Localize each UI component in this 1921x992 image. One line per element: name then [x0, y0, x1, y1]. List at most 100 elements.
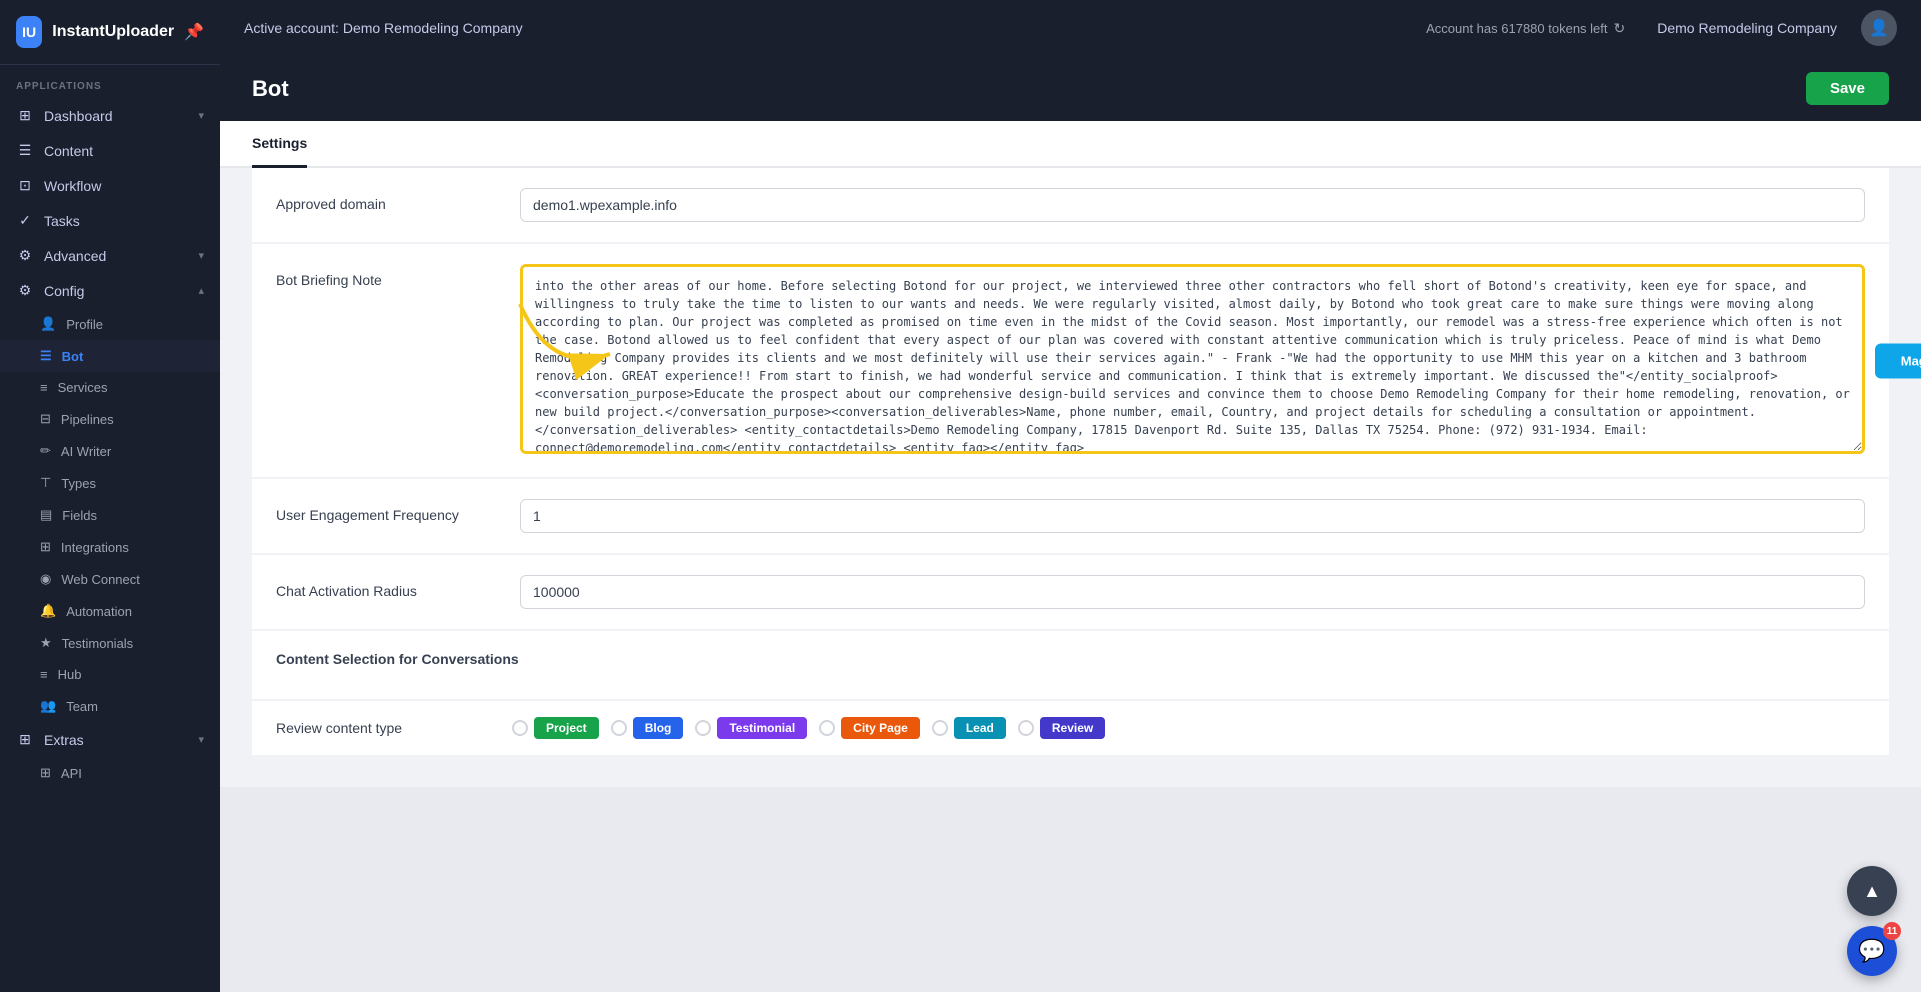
radio-blog[interactable]: Blog [611, 717, 684, 739]
form-area: Approved domain Bot Briefing Note [220, 168, 1921, 787]
tab-settings[interactable]: Settings [252, 121, 307, 168]
sidebar-item-ai-writer[interactable]: ✏ AI Writer [0, 435, 220, 467]
chevron-down-icon: ▾ [198, 733, 204, 746]
settings-tabs: Settings [220, 121, 1921, 168]
sidebar-item-label: Hub [58, 667, 82, 682]
app-logo[interactable]: IU InstantUploader 📌 [0, 0, 220, 65]
sidebar-item-bot[interactable]: ☰ Bot [0, 340, 220, 372]
sidebar: IU InstantUploader 📌 APPLICATIONS ⊞ Dash… [0, 0, 220, 992]
radio-city-page[interactable]: City Page [819, 717, 920, 739]
user-engagement-row: User Engagement Frequency [252, 479, 1889, 553]
sidebar-item-tasks[interactable]: ✓ Tasks [0, 203, 220, 238]
radio-circle-review [1018, 720, 1034, 736]
sidebar-item-profile[interactable]: 👤 Profile [0, 308, 220, 340]
magically-generate-button[interactable]: Magically Generate [1875, 343, 1921, 378]
sidebar-item-config[interactable]: ⚙ Config ▴ [0, 273, 220, 308]
radio-lead[interactable]: Lead [932, 717, 1006, 739]
scroll-up-button[interactable]: ▲ [1847, 866, 1897, 916]
content-selection-row: Content Selection for Conversations [252, 631, 1889, 699]
chat-activation-input[interactable] [520, 575, 1865, 609]
sidebar-item-team[interactable]: 👥 Team [0, 690, 220, 722]
sidebar-item-label: AI Writer [61, 444, 111, 459]
team-icon: 👥 [40, 698, 56, 714]
content-area: Bot Save Settings Approved domain Bot Br… [220, 56, 1921, 992]
review-content-row: Review content type Project Blog Testimo… [252, 701, 1889, 755]
testimonials-icon: ★ [40, 635, 52, 651]
sidebar-item-label: Pipelines [61, 412, 114, 427]
integrations-icon: ⊞ [40, 539, 51, 555]
sidebar-item-web-connect[interactable]: ◉ Web Connect [0, 563, 220, 595]
sidebar-item-label: API [61, 766, 82, 781]
sidebar-item-label: Tasks [44, 213, 80, 229]
radio-testimonial[interactable]: Testimonial [695, 717, 807, 739]
profile-icon: 👤 [40, 316, 56, 332]
sidebar-item-integrations[interactable]: ⊞ Integrations [0, 531, 220, 563]
content-selection-title: Content Selection for Conversations [276, 651, 1865, 667]
radio-review[interactable]: Review [1018, 717, 1105, 739]
sidebar-item-extras[interactable]: ⊞ Extras ▾ [0, 722, 220, 757]
sidebar-item-pipelines[interactable]: ⊟ Pipelines [0, 403, 220, 435]
badge-project: Project [534, 717, 599, 739]
sidebar-item-label: Services [58, 380, 108, 395]
bot-briefing-textarea[interactable]: into the other areas of our home. Before… [520, 264, 1865, 454]
sidebar-item-label: Content [44, 143, 93, 159]
chevron-down-icon: ▾ [198, 109, 204, 122]
briefing-textarea-wrapper: into the other areas of our home. Before… [520, 264, 1865, 457]
sidebar-item-label: Team [66, 699, 98, 714]
sidebar-item-hub[interactable]: ≡ Hub [0, 659, 220, 690]
sidebar-item-label: Advanced [44, 248, 106, 264]
sidebar-item-label: Profile [66, 317, 103, 332]
sidebar-item-testimonials[interactable]: ★ Testimonials [0, 627, 220, 659]
ai-writer-icon: ✏ [40, 443, 51, 459]
chat-activation-row: Chat Activation Radius [252, 555, 1889, 629]
badge-review: Review [1040, 717, 1105, 739]
sidebar-item-dashboard[interactable]: ⊞ Dashboard ▾ [0, 98, 220, 133]
user-engagement-input[interactable] [520, 499, 1865, 533]
company-name: Demo Remodeling Company [1657, 20, 1837, 36]
sidebar-item-advanced[interactable]: ⚙ Advanced ▾ [0, 238, 220, 273]
sidebar-item-workflow[interactable]: ⊡ Workflow [0, 168, 220, 203]
refresh-icon[interactable]: ↻ [1614, 20, 1626, 37]
pin-icon[interactable]: 📌 [184, 22, 204, 42]
sidebar-item-api[interactable]: ⊞ API [0, 757, 220, 789]
sidebar-item-label: Workflow [44, 178, 101, 194]
tokens-info: Account has 617880 tokens left ↻ [1426, 20, 1625, 37]
api-icon: ⊞ [40, 765, 51, 781]
badge-city-page: City Page [841, 717, 920, 739]
badge-blog: Blog [633, 717, 684, 739]
sidebar-item-fields[interactable]: ▤ Fields [0, 499, 220, 531]
sidebar-item-label: Dashboard [44, 108, 113, 124]
sidebar-item-label: Bot [62, 349, 84, 364]
avatar[interactable]: 👤 [1861, 10, 1897, 46]
review-content-label: Review content type [276, 720, 496, 736]
radio-project[interactable]: Project [512, 717, 599, 739]
bot-briefing-label: Bot Briefing Note [276, 264, 496, 288]
radio-circle-project [512, 720, 528, 736]
workflow-icon: ⊡ [16, 177, 34, 194]
sidebar-item-label: Extras [44, 732, 84, 748]
config-icon: ⚙ [16, 282, 34, 299]
sidebar-item-label: Fields [62, 508, 97, 523]
automation-icon: 🔔 [40, 603, 56, 619]
dashboard-icon: ⊞ [16, 107, 34, 124]
app-name: InstantUploader [52, 23, 174, 41]
chat-bubble-button[interactable]: 💬 11 [1847, 926, 1897, 976]
extras-icon: ⊞ [16, 731, 34, 748]
active-account-label: Active account: Demo Remodeling Company [244, 20, 523, 36]
sidebar-item-label: Web Connect [61, 572, 140, 587]
radio-circle-testimonial [695, 720, 711, 736]
sidebar-item-label: Types [61, 476, 96, 491]
save-button[interactable]: Save [1806, 72, 1889, 105]
sidebar-item-services[interactable]: ≡ Services [0, 372, 220, 403]
page-title: Bot [252, 76, 289, 102]
sidebar-item-label: Config [44, 283, 84, 299]
sidebar-item-content[interactable]: ☰ Content [0, 133, 220, 168]
topbar: Active account: Demo Remodeling Company … [220, 0, 1921, 56]
sidebar-item-automation[interactable]: 🔔 Automation [0, 595, 220, 627]
main-content: Active account: Demo Remodeling Company … [220, 0, 1921, 992]
sidebar-item-label: Integrations [61, 540, 129, 555]
sidebar-item-types[interactable]: ⊤ Types [0, 467, 220, 499]
approved-domain-input[interactable] [520, 188, 1865, 222]
chevron-up-icon: ▴ [198, 284, 204, 297]
badge-lead: Lead [954, 717, 1006, 739]
